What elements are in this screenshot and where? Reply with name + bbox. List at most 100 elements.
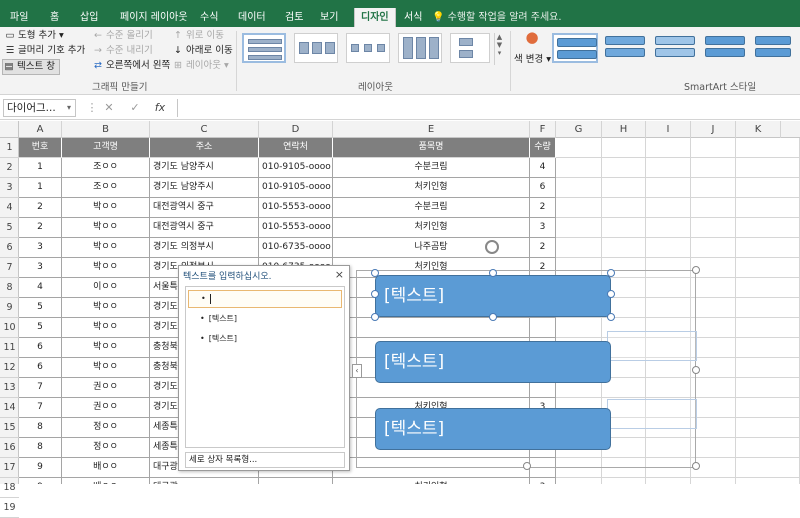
add-bullet-button[interactable]: ☰ 글머리 기호 추가 bbox=[4, 44, 86, 58]
row-header[interactable]: 2 bbox=[0, 158, 19, 178]
grid-cell[interactable] bbox=[646, 218, 691, 238]
table-cell[interactable]: 1 bbox=[19, 178, 62, 198]
style-thumb-4[interactable] bbox=[702, 33, 748, 63]
name-box[interactable]: 다이어그... ▾ bbox=[3, 99, 76, 117]
grid-cell[interactable] bbox=[691, 158, 736, 178]
table-cell[interactable]: 5 bbox=[19, 298, 62, 318]
style-thumb-2[interactable] bbox=[602, 33, 648, 63]
layout-button[interactable]: ⊞ 레이아웃 ▾ bbox=[172, 59, 229, 73]
table-cell[interactable]: 7 bbox=[19, 378, 62, 398]
style-thumb-3[interactable] bbox=[652, 33, 698, 63]
table-header-cell[interactable]: 품목명 bbox=[333, 138, 530, 158]
text-pane-item[interactable]: • bbox=[188, 290, 342, 308]
rotate-handle-icon[interactable] bbox=[485, 240, 499, 254]
grid-cell[interactable] bbox=[691, 178, 736, 198]
table-cell[interactable]: 6 bbox=[19, 338, 62, 358]
table-cell[interactable]: 배ㅇㅇ bbox=[62, 478, 150, 484]
table-cell[interactable]: 경기도 의정부시 bbox=[150, 238, 259, 258]
table-cell[interactable]: 3 bbox=[530, 478, 556, 484]
table-cell[interactable]: 010-9105-oooo bbox=[259, 178, 333, 198]
grid-cell[interactable] bbox=[691, 378, 736, 398]
table-cell[interactable]: 박ㅇㅇ bbox=[62, 358, 150, 378]
grid-cell[interactable] bbox=[602, 178, 646, 198]
table-cell[interactable]: 2 bbox=[530, 198, 556, 218]
grid-cell[interactable] bbox=[691, 478, 736, 484]
style-thumb-1[interactable] bbox=[552, 33, 598, 63]
table-cell[interactable]: 처키인형 bbox=[333, 478, 530, 484]
frame-resize-handle[interactable] bbox=[523, 462, 531, 470]
column-header-j[interactable]: J bbox=[691, 121, 736, 138]
table-cell[interactable]: 대전광역시 중구 bbox=[150, 218, 259, 238]
grid-cell[interactable] bbox=[736, 338, 800, 358]
table-cell[interactable]: 박ㅇㅇ bbox=[62, 238, 150, 258]
table-cell[interactable]: 조ㅇㅇ bbox=[62, 158, 150, 178]
grid-cell[interactable] bbox=[646, 158, 691, 178]
frame-resize-handle[interactable] bbox=[692, 366, 700, 374]
grid-cell[interactable] bbox=[556, 178, 602, 198]
grid-cell[interactable] bbox=[736, 138, 800, 158]
grid-cell[interactable] bbox=[556, 138, 602, 158]
close-icon[interactable]: × bbox=[335, 268, 344, 281]
cancel-icon[interactable]: ✕ bbox=[101, 99, 117, 117]
row-header[interactable]: 3 bbox=[0, 178, 19, 198]
move-down-button[interactable]: ↓ 아래로 이동 bbox=[172, 44, 233, 58]
table-cell[interactable]: 박ㅇㅇ bbox=[62, 318, 150, 338]
table-cell[interactable]: 수분크림 bbox=[333, 198, 530, 218]
layout-thumb-1[interactable] bbox=[242, 33, 286, 63]
layout-thumb-2[interactable] bbox=[294, 33, 338, 63]
shape-resize-handle[interactable] bbox=[607, 269, 615, 277]
column-header-a[interactable]: A bbox=[19, 121, 62, 138]
row-header[interactable]: 17 bbox=[0, 458, 19, 478]
row-header[interactable]: 12 bbox=[0, 358, 19, 378]
tab-format[interactable]: 서식 bbox=[404, 8, 422, 27]
table-cell[interactable]: 조ㅇㅇ bbox=[62, 178, 150, 198]
column-header-g[interactable]: G bbox=[556, 121, 602, 138]
column-header-f[interactable]: F bbox=[530, 121, 556, 138]
grid-cell[interactable] bbox=[736, 418, 800, 438]
tab-view[interactable]: 보기 bbox=[320, 8, 338, 27]
row-header[interactable]: 5 bbox=[0, 218, 19, 238]
table-cell[interactable]: 정ㅇㅇ bbox=[62, 418, 150, 438]
table-cell[interactable]: 010-6735-oooo bbox=[259, 238, 333, 258]
table-header-cell[interactable]: 고객명 bbox=[62, 138, 150, 158]
tab-home[interactable]: 홈 bbox=[50, 8, 59, 27]
shape-resize-handle[interactable] bbox=[607, 313, 615, 321]
layout-name-link[interactable]: 세로 상자 목록형... bbox=[185, 452, 345, 468]
tell-me-box[interactable]: 💡 수행할 작업을 알려 주세요. bbox=[432, 8, 562, 27]
layout-thumb-5[interactable] bbox=[450, 33, 490, 63]
formula-input[interactable] bbox=[177, 99, 797, 117]
table-cell[interactable]: 배ㅇㅇ bbox=[62, 458, 150, 478]
table-cell[interactable]: 권ㅇㅇ bbox=[62, 398, 150, 418]
add-shape-button[interactable]: ▭ 도형 추가 ▾ bbox=[4, 29, 64, 43]
table-cell[interactable]: 7 bbox=[19, 398, 62, 418]
table-cell[interactable]: 경기도 남양주시 bbox=[150, 158, 259, 178]
table-cell[interactable]: 이ㅇㅇ bbox=[62, 278, 150, 298]
table-header-cell[interactable]: 주소 bbox=[150, 138, 259, 158]
row-header[interactable]: 11 bbox=[0, 338, 19, 358]
table-cell[interactable]: 4 bbox=[530, 158, 556, 178]
tab-review[interactable]: 검토 bbox=[285, 8, 303, 27]
promote-button[interactable]: ← 수준 올리기 bbox=[92, 29, 153, 43]
table-header-cell[interactable]: 수량 bbox=[530, 138, 556, 158]
table-cell[interactable]: 3 bbox=[19, 258, 62, 278]
table-cell[interactable]: 2 bbox=[19, 218, 62, 238]
table-cell[interactable]: 처키인형 bbox=[333, 218, 530, 238]
table-cell[interactable]: 8 bbox=[19, 438, 62, 458]
grid-cell[interactable] bbox=[691, 418, 736, 438]
grid-cell[interactable] bbox=[691, 438, 736, 458]
text-pane-editor[interactable]: • • [텍스트] • [텍스트] bbox=[185, 286, 345, 448]
grid-cell[interactable] bbox=[602, 238, 646, 258]
row-header[interactable]: 19 bbox=[0, 498, 19, 518]
layout-thumb-4[interactable] bbox=[398, 33, 442, 63]
table-cell[interactable] bbox=[259, 478, 333, 484]
table-cell[interactable]: 9 bbox=[19, 478, 62, 484]
tab-design[interactable]: 디자인 bbox=[354, 8, 396, 27]
table-cell[interactable]: 2 bbox=[19, 198, 62, 218]
table-cell[interactable]: 대전광역시 중구 bbox=[150, 198, 259, 218]
grid-cell[interactable] bbox=[736, 378, 800, 398]
row-header[interactable]: 15 bbox=[0, 418, 19, 438]
grid-cell[interactable] bbox=[691, 138, 736, 158]
table-cell[interactable]: 박ㅇㅇ bbox=[62, 218, 150, 238]
grid-cell[interactable] bbox=[736, 278, 800, 298]
row-header[interactable]: 8 bbox=[0, 278, 19, 298]
